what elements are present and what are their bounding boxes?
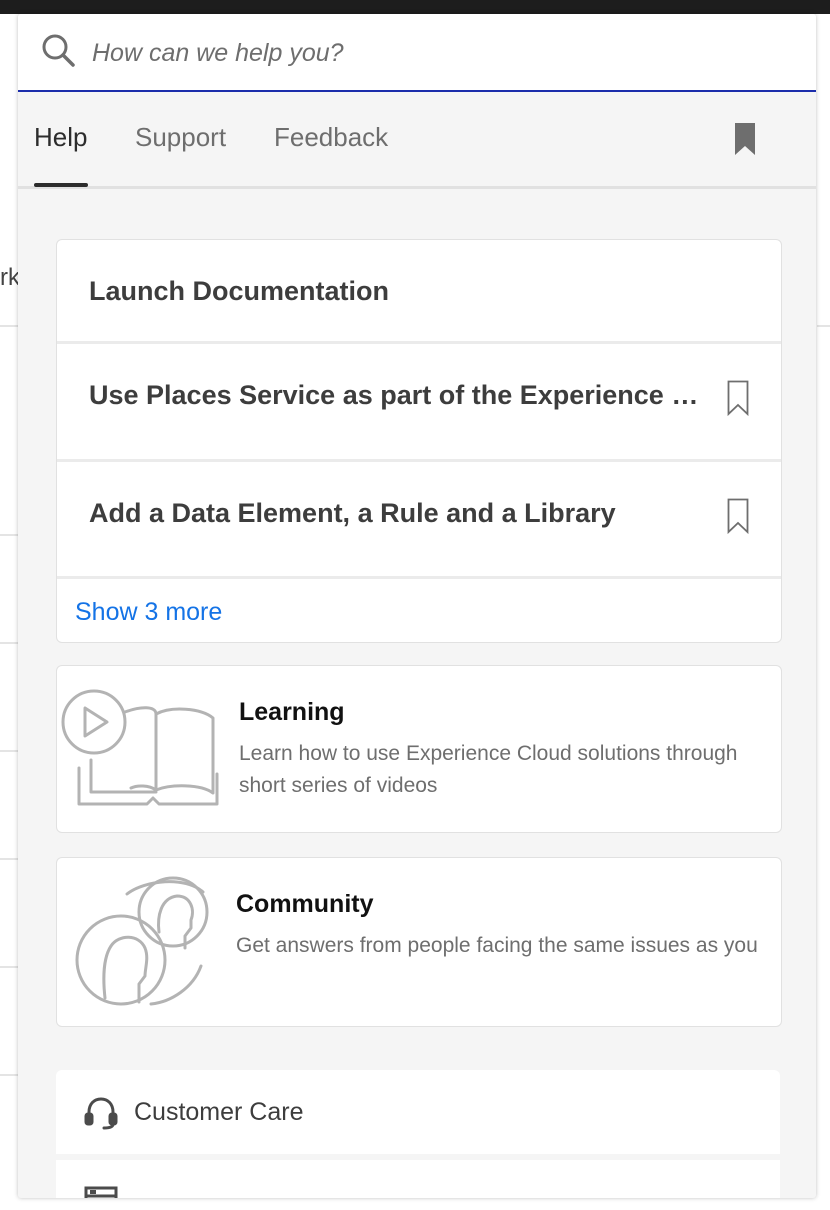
divider [57,341,781,344]
search-icon [42,34,75,67]
learning-title: Learning [239,698,345,726]
tab-support[interactable]: Support [135,122,226,153]
search-input[interactable] [90,32,774,74]
divider [57,576,781,579]
show-more-link[interactable]: Show 3 more [75,598,222,627]
status-icon [84,1186,118,1198]
customer-care-label: Customer Care [134,1098,304,1126]
background-divider [0,966,18,968]
tab-feedback[interactable]: Feedback [274,122,388,153]
active-tab-indicator [34,183,88,187]
background-divider [817,325,830,327]
community-people-icon [75,876,209,1006]
divider [57,459,781,462]
documentation-card: Launch Documentation Use Places Service … [56,239,782,643]
background-divider [0,325,18,327]
tab-bar: Help Support Feedback [18,92,816,189]
doc-link-places-service[interactable]: Use Places Service as part of the Experi… [89,380,699,411]
community-description: Get answers from people facing the same … [236,934,758,957]
bookmark-icon[interactable] [734,122,756,156]
background-divider [0,1074,18,1076]
background-divider [0,534,18,536]
search-bar [18,14,816,92]
doc-link-data-element[interactable]: Add a Data Element, a Rule and a Library [89,498,699,529]
headset-icon [84,1097,118,1130]
bookmark-outline-icon[interactable] [727,498,749,534]
background-divider [0,858,18,860]
tab-help[interactable]: Help [34,122,87,153]
video-book-icon [61,689,219,806]
documentation-title: Launch Documentation [89,276,390,306]
learning-description-line-2: short series of videos [239,774,438,797]
background-divider [0,642,18,644]
community-card[interactable]: Community Get answers from people facing… [56,857,782,1027]
help-panel: Help Support Feedback Launch Documentati… [18,14,816,1198]
status-link[interactable] [56,1160,780,1198]
background-text-fragment: rk [0,264,20,291]
learning-description-line-1: Learn how to use Experience Cloud soluti… [239,742,738,765]
customer-care-link[interactable]: Customer Care [56,1070,780,1154]
bookmark-outline-icon[interactable] [727,380,749,416]
app-top-bar [0,0,830,14]
community-title: Community [236,890,374,918]
learning-card[interactable]: Learning Learn how to use Experience Clo… [56,665,782,833]
background-divider [0,750,18,752]
